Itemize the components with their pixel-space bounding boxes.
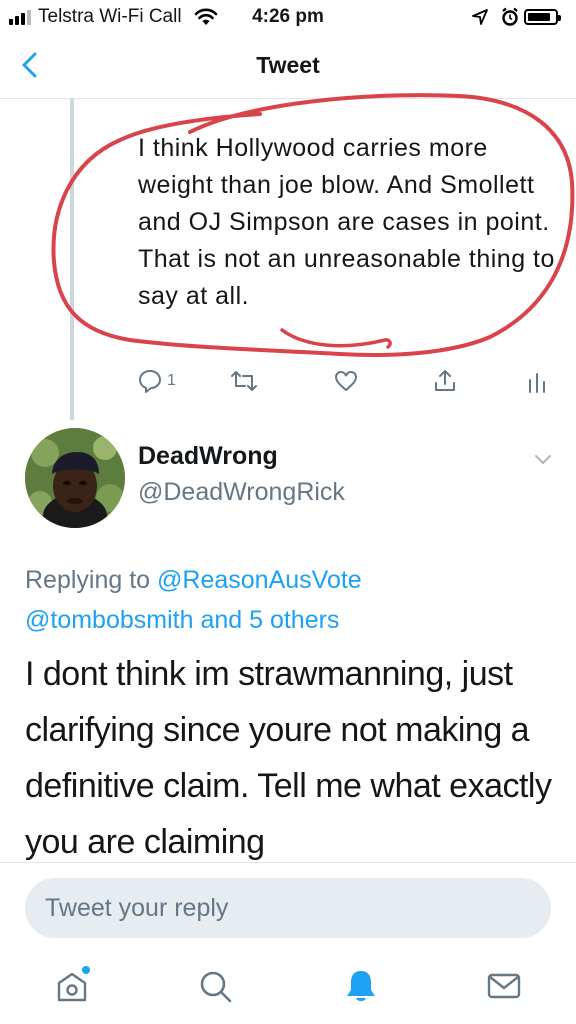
- replying-to-link-primary[interactable]: @ReasonAusVote: [157, 566, 362, 594]
- tab-search[interactable]: [196, 966, 236, 1006]
- notifications-icon: [347, 971, 375, 1001]
- analytics-icon: [529, 373, 545, 393]
- heart-icon: [335, 371, 357, 391]
- retweet-action[interactable]: [230, 368, 258, 394]
- tab-messages[interactable]: [484, 966, 524, 1006]
- replying-to-prefix: Replying to: [25, 566, 151, 594]
- reply-count: 1: [167, 372, 176, 389]
- location-arrow-icon: [472, 9, 488, 25]
- reply-tweet-text: I dont think im strawmanning, just clari…: [25, 655, 552, 861]
- display-name[interactable]: DeadWrong: [138, 442, 278, 471]
- reply-action[interactable]: 1: [137, 368, 176, 394]
- analytics-action[interactable]: [526, 368, 548, 394]
- reply-icon: [139, 370, 161, 393]
- share-icon: [435, 370, 455, 391]
- tab-home[interactable]: [52, 966, 92, 1006]
- retweet-icon: [231, 371, 257, 391]
- status-bar: Telstra Wi-Fi Call 4:26 pm: [0, 0, 576, 36]
- profile-photo-image: [25, 428, 125, 528]
- share-action[interactable]: [432, 368, 458, 394]
- tweet-actions: 1: [0, 368, 576, 398]
- reply-input[interactable]: Tweet your reply: [25, 878, 551, 938]
- like-action[interactable]: [333, 368, 359, 394]
- alarm-clock-icon: [502, 7, 518, 26]
- messages-icon: [487, 973, 521, 999]
- home-icon: [57, 966, 90, 1002]
- navigation-bar: Tweet: [0, 36, 576, 99]
- avatar[interactable]: [25, 428, 125, 528]
- user-handle[interactable]: @DeadWrongRick: [138, 478, 345, 507]
- battery-icon: [524, 9, 561, 25]
- chevron-down-icon[interactable]: [532, 450, 554, 468]
- status-time: 4:26 pm: [252, 6, 324, 27]
- search-icon: [200, 971, 232, 1003]
- page-title: Tweet: [256, 52, 320, 78]
- replying-to-line: Replying to @ReasonAusVote @tombobsmith …: [25, 560, 555, 640]
- red-circle-annotation: [51, 93, 575, 358]
- replying-to-link-others[interactable]: @tombobsmith and 5 others: [25, 606, 339, 634]
- tab-bar: [0, 954, 576, 1024]
- reply-composer-bar: Tweet your reply: [0, 862, 576, 955]
- tab-notifications[interactable]: [341, 966, 381, 1006]
